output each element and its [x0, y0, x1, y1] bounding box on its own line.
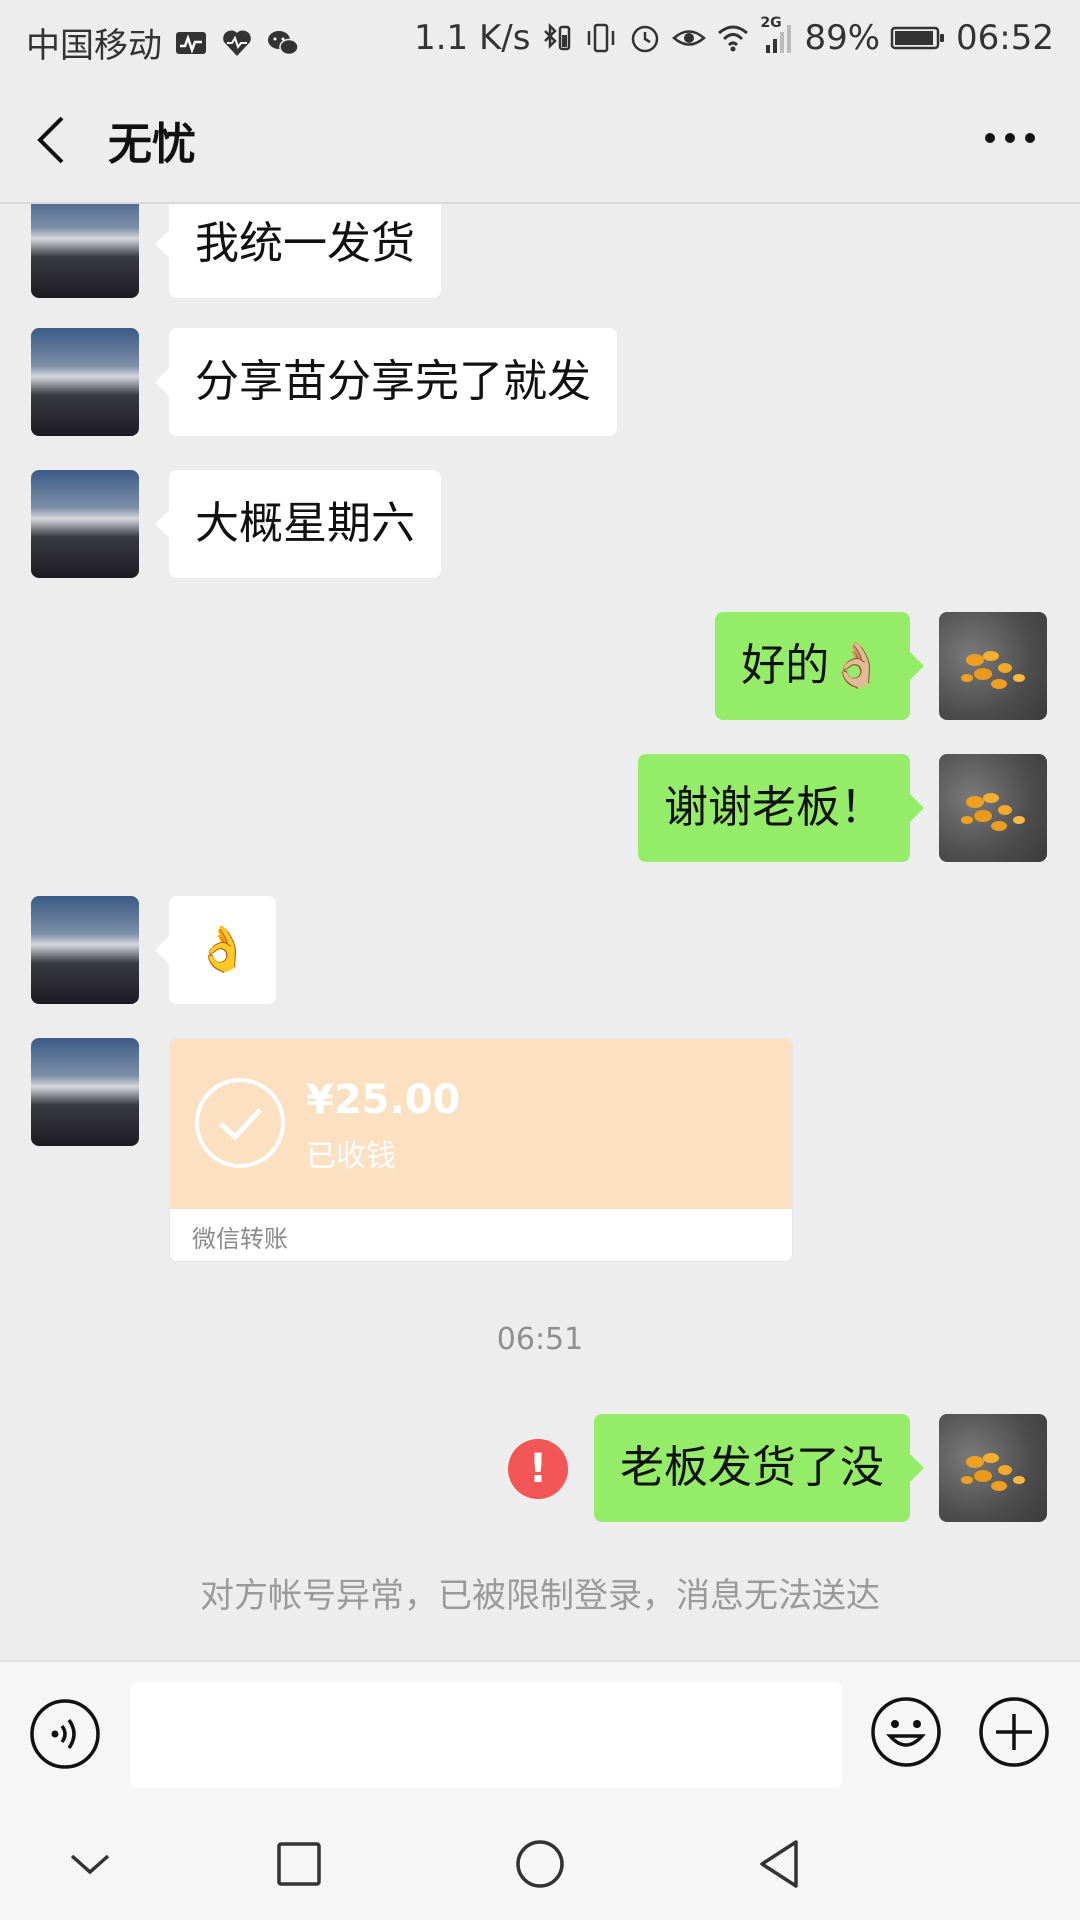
- message-text: 分享苗分享完了就发: [195, 356, 591, 407]
- system-navigation-bar: [0, 1800, 1080, 1920]
- check-circle-icon: [195, 1078, 285, 1168]
- wifi-icon: [716, 21, 750, 55]
- message-bubble-outgoing[interactable]: 老板发货了没: [594, 1414, 924, 1522]
- transfer-card-body: ¥25.00 已收钱: [170, 1039, 792, 1209]
- wechat-icon: [266, 26, 300, 60]
- send-failed-icon[interactable]: !: [508, 1439, 568, 1499]
- message-bubble-incoming[interactable]: 我统一发货: [155, 204, 441, 298]
- message-text: 谢谢老板！: [664, 782, 884, 833]
- message-bubble-incoming[interactable]: 👌: [155, 896, 276, 1004]
- my-avatar[interactable]: [939, 754, 1047, 862]
- chevron-left-icon: [37, 116, 64, 164]
- hide-nav-button[interactable]: [62, 1836, 118, 1892]
- transfer-label: 微信转账: [192, 1225, 288, 1253]
- recents-button[interactable]: [271, 1836, 327, 1892]
- ok-hand-emoji: 👌: [195, 924, 250, 975]
- voice-input-button[interactable]: [29, 1698, 101, 1770]
- transfer-card[interactable]: ¥25.00 已收钱 微信转账: [169, 1038, 793, 1262]
- ok-hand-emoji: 👌🏼: [829, 640, 884, 691]
- contact-avatar[interactable]: [31, 896, 139, 1004]
- status-bar-left: 中国移动: [26, 18, 300, 67]
- activity-icon: [174, 26, 208, 60]
- eye-icon: [672, 21, 707, 55]
- avatar-image: [961, 793, 1025, 831]
- contact-avatar[interactable]: [31, 328, 139, 436]
- battery-percent-label: 89%: [804, 18, 881, 58]
- alarm-icon: [628, 21, 662, 55]
- net-speed-label: 1.1 K/s: [414, 18, 531, 58]
- my-avatar[interactable]: [939, 1414, 1047, 1522]
- input-bar: [0, 1660, 1080, 1802]
- battery-icon: [890, 21, 946, 55]
- transfer-amount: ¥25.00: [306, 1077, 461, 1123]
- message-bubble-outgoing[interactable]: 谢谢老板！: [638, 754, 924, 862]
- message-list[interactable]: 我统一发货 分享苗分享完了就发 大概星期六 好的👌🏼 谢谢老板！ 👌 ¥25.0…: [0, 204, 1080, 1660]
- back-button[interactable]: [30, 112, 80, 168]
- contact-avatar[interactable]: [31, 470, 139, 578]
- contact-avatar[interactable]: [31, 1038, 139, 1146]
- contact-avatar[interactable]: [31, 204, 139, 298]
- clock-label: 06:52: [956, 18, 1054, 58]
- message-bubble-outgoing[interactable]: 好的👌🏼: [715, 612, 924, 720]
- vibrate-icon: [584, 21, 618, 55]
- avatar-image: [961, 1453, 1025, 1491]
- message-timestamp: 06:51: [496, 1322, 584, 1357]
- network-type-label: 2G: [760, 15, 782, 31]
- signal-icon: 2G: [760, 15, 794, 55]
- carrier-label: 中国移动: [26, 26, 162, 66]
- system-notice: 对方帐号异常，已被限制登录，消息无法送达: [200, 1576, 880, 1616]
- voice-icon: [30, 1699, 100, 1769]
- triangle-back-icon: [760, 1840, 798, 1888]
- emoji-button[interactable]: [870, 1696, 942, 1768]
- square-icon: [277, 1842, 321, 1886]
- health-heart-icon: [220, 26, 254, 60]
- smiley-icon: [871, 1697, 941, 1767]
- message-text: 好的: [741, 640, 830, 691]
- message-bubble-incoming[interactable]: 大概星期六: [155, 470, 441, 578]
- message-bubble-incoming[interactable]: 分享苗分享完了就发: [155, 328, 617, 436]
- status-bar: 中国移动 1.1 K/s 2G 89% 06:52: [0, 0, 1080, 76]
- message-text: 大概星期六: [195, 498, 415, 549]
- more-dots-icon: [985, 133, 1035, 143]
- my-avatar[interactable]: [939, 612, 1047, 720]
- system-back-button[interactable]: [752, 1836, 808, 1892]
- chat-title: 无忧: [108, 119, 196, 170]
- home-button[interactable]: [512, 1836, 568, 1892]
- message-text: 我统一发货: [195, 218, 415, 269]
- message-text: 老板发货了没: [620, 1442, 884, 1493]
- chevron-down-icon: [70, 1854, 110, 1875]
- more-functions-button[interactable]: [978, 1696, 1050, 1768]
- bluetooth-battery-icon: [540, 21, 574, 55]
- chat-header: 无忧: [0, 76, 1080, 204]
- more-options-button[interactable]: [980, 126, 1040, 150]
- plus-icon: [979, 1697, 1049, 1767]
- message-input[interactable]: [130, 1682, 842, 1788]
- avatar-image: [961, 651, 1025, 689]
- status-bar-right: 1.1 K/s 2G 89% 06:52: [414, 15, 1054, 58]
- transfer-status: 已收钱: [306, 1139, 396, 1174]
- circle-icon: [516, 1840, 564, 1888]
